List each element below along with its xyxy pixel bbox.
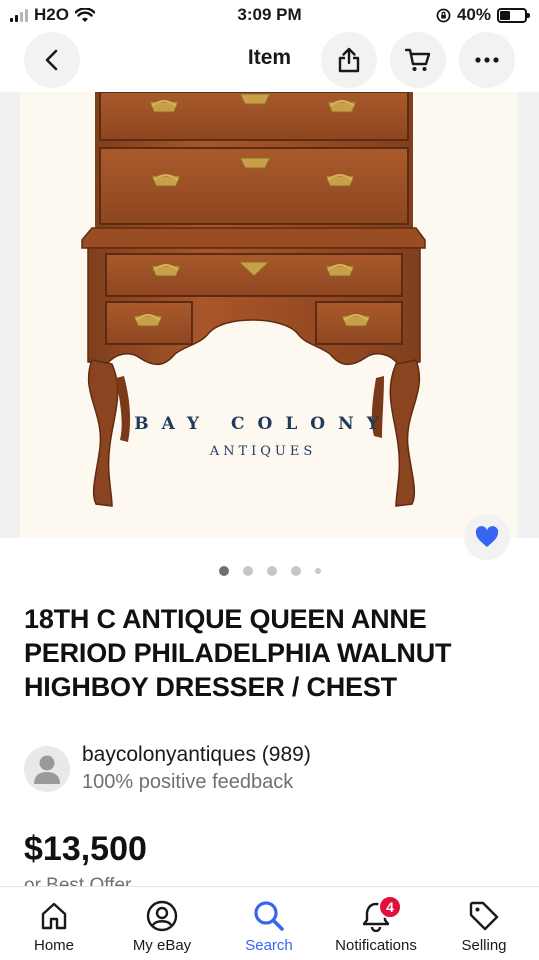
search-icon xyxy=(254,901,284,931)
image-carousel[interactable]: BAY COLONY ANTIQUES xyxy=(0,92,539,538)
cart-button[interactable] xyxy=(390,32,446,88)
share-icon xyxy=(338,47,360,73)
product-image[interactable]: BAY COLONY ANTIQUES xyxy=(20,92,517,538)
tab-label: Selling xyxy=(461,937,507,954)
tab-selling[interactable]: Selling xyxy=(430,887,538,960)
seller-feedback: 100% positive feedback xyxy=(82,771,294,793)
share-button[interactable] xyxy=(321,32,377,88)
notification-badge: 4 xyxy=(378,895,402,919)
watch-button[interactable] xyxy=(464,514,510,560)
tab-search[interactable]: Search xyxy=(215,887,323,960)
status-right: 40% xyxy=(436,5,530,25)
tab-label: My eBay xyxy=(132,937,192,954)
tab-home[interactable]: Home xyxy=(0,887,108,960)
seller-avatar[interactable] xyxy=(24,746,70,792)
app-header: Item xyxy=(0,32,539,92)
seller-name[interactable]: baycolonyantiques (989) xyxy=(82,742,311,768)
best-offer-label: or Best Offer xyxy=(24,876,131,886)
home-icon xyxy=(41,902,67,930)
heart-icon xyxy=(475,526,499,547)
seller-info[interactable]: baycolonyantiques (989) 100% positive fe… xyxy=(24,742,311,796)
carousel-dot[interactable] xyxy=(290,566,301,576)
cart-icon xyxy=(405,48,431,71)
tab-label: Notifications xyxy=(335,937,417,954)
carousel-dot[interactable] xyxy=(242,566,253,576)
highboy-dresser-image xyxy=(81,92,426,507)
more-button[interactable] xyxy=(459,32,515,88)
carousel-dot[interactable] xyxy=(314,568,321,574)
watermark-sub: ANTIQUES xyxy=(209,444,317,459)
carousel-indicator xyxy=(0,566,539,576)
watermark-brand: BAY COLONY xyxy=(134,414,392,434)
item-price: $13,500 xyxy=(24,830,147,868)
rotation-lock-icon xyxy=(436,8,451,22)
user-icon xyxy=(34,755,60,784)
bottom-tab-bar: Home My eBay Search 4 Notifications Sell… xyxy=(0,886,539,960)
status-bar: H2O 3:09 PM 40% xyxy=(0,0,539,32)
battery-icon xyxy=(497,7,530,23)
more-horizontal-icon xyxy=(475,57,499,63)
carousel-dot[interactable] xyxy=(266,566,277,576)
profile-icon xyxy=(146,900,178,932)
tab-label: Search xyxy=(245,937,293,954)
tab-label: Home xyxy=(33,937,74,954)
tag-icon xyxy=(469,901,499,931)
tab-notifications[interactable]: 4 Notifications xyxy=(322,887,430,960)
item-title: 18TH C ANTIQUE QUEEN ANNE PERIOD PHILADE… xyxy=(24,604,452,702)
carousel-dot[interactable] xyxy=(218,566,229,576)
tab-my-ebay[interactable]: My eBay xyxy=(108,887,216,960)
battery-percent: 40% xyxy=(456,5,491,24)
